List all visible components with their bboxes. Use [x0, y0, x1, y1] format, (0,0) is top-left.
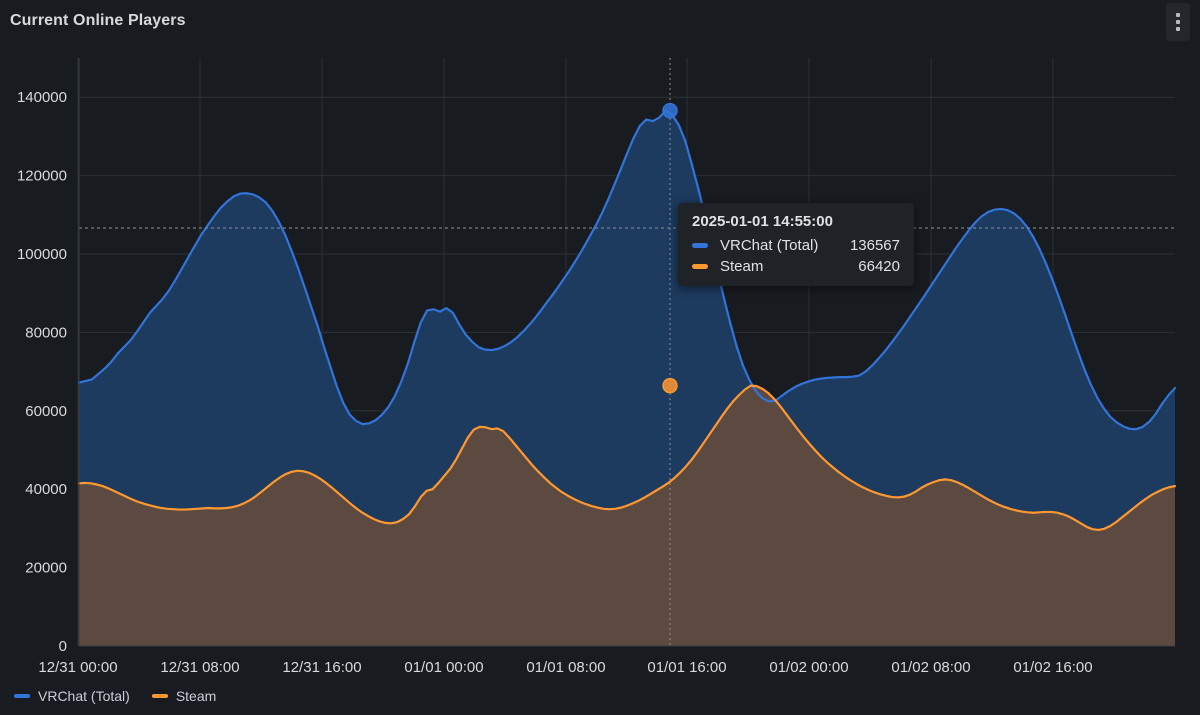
tooltip-timestamp: 2025-01-01 14:55:00 — [692, 213, 900, 230]
y-axis-tick-label: 80000 — [25, 324, 67, 341]
x-axis-tick-label: 01/01 00:00 — [404, 659, 483, 676]
x-axis-tick-label: 01/01 16:00 — [647, 659, 726, 676]
legend-item-vrchat[interactable]: VRChat (Total) — [14, 688, 130, 704]
y-axis-tick-label: 40000 — [25, 481, 67, 498]
x-axis-tick-label: 12/31 16:00 — [282, 659, 361, 676]
panel-header: Current Online Players — [0, 0, 1200, 46]
panel-menu-button[interactable] — [1166, 3, 1190, 41]
legend-label: VRChat (Total) — [38, 688, 130, 704]
x-axis-tick-label: 01/02 08:00 — [891, 659, 970, 676]
graph-panel: Current Online Players 0 20000 40000 60000 8… — [0, 0, 1200, 715]
hover-tooltip: 2025-01-01 14:55:00 VRChat (Total) 13656… — [678, 203, 914, 286]
page-title: Current Online Players — [10, 12, 186, 30]
tooltip-series-value: 136567 — [850, 237, 900, 254]
kebab-menu-icon-dot — [1176, 20, 1180, 24]
y-axis-tick-label: 0 — [59, 638, 67, 655]
series-color-swatch-vrchat — [692, 243, 708, 248]
hover-marker-steam — [663, 379, 677, 393]
x-axis-tick-label: 12/31 08:00 — [160, 659, 239, 676]
tooltip-row: VRChat (Total) 136567 — [692, 237, 900, 254]
tooltip-row: Steam 66420 — [692, 258, 900, 275]
y-axis-tick-label: 120000 — [17, 168, 67, 185]
series-areas — [79, 111, 1175, 646]
legend-item-steam[interactable]: Steam — [152, 688, 216, 704]
legend-color-swatch-steam — [152, 694, 168, 698]
chart-legend: VRChat (Total) Steam — [0, 685, 1200, 707]
x-axis-tick-label: 01/02 16:00 — [1013, 659, 1092, 676]
x-axis-tick-label: 01/01 08:00 — [526, 659, 605, 676]
y-axis-tick-label: 20000 — [25, 560, 67, 577]
tooltip-series-name: VRChat (Total) — [720, 237, 824, 254]
legend-label: Steam — [176, 688, 216, 704]
timeseries-chart[interactable]: 020000400006000080000100000120000140000 … — [0, 46, 1200, 678]
y-axis-tick-label: 140000 — [17, 89, 67, 106]
y-axis-ticks: 0 20000 40000 60000 80000 100000 120000 140000 — [17, 89, 67, 655]
legend-color-swatch-vrchat — [14, 694, 30, 698]
x-axis-tick-label: 12/31 00:00 — [38, 659, 117, 676]
x-axis-ticks: 12/31 00:00 12/31 08:00 12/31 16:00 01/01 0… — [38, 659, 1092, 676]
x-axis-tick-label: 01/02 00:00 — [769, 659, 848, 676]
tooltip-series-value: 66420 — [858, 258, 900, 275]
y-axis-tick-label: 100000 — [17, 246, 67, 263]
hover-marker-vrchat — [663, 104, 677, 118]
chart-area[interactable]: 020000400006000080000100000120000140000 … — [0, 46, 1200, 678]
y-axis-tick-label: 60000 — [25, 403, 67, 420]
tooltip-series-name: Steam — [720, 258, 832, 275]
kebab-menu-icon-dot — [1176, 13, 1180, 17]
kebab-menu-icon-dot — [1176, 27, 1180, 31]
series-color-swatch-steam — [692, 264, 708, 269]
